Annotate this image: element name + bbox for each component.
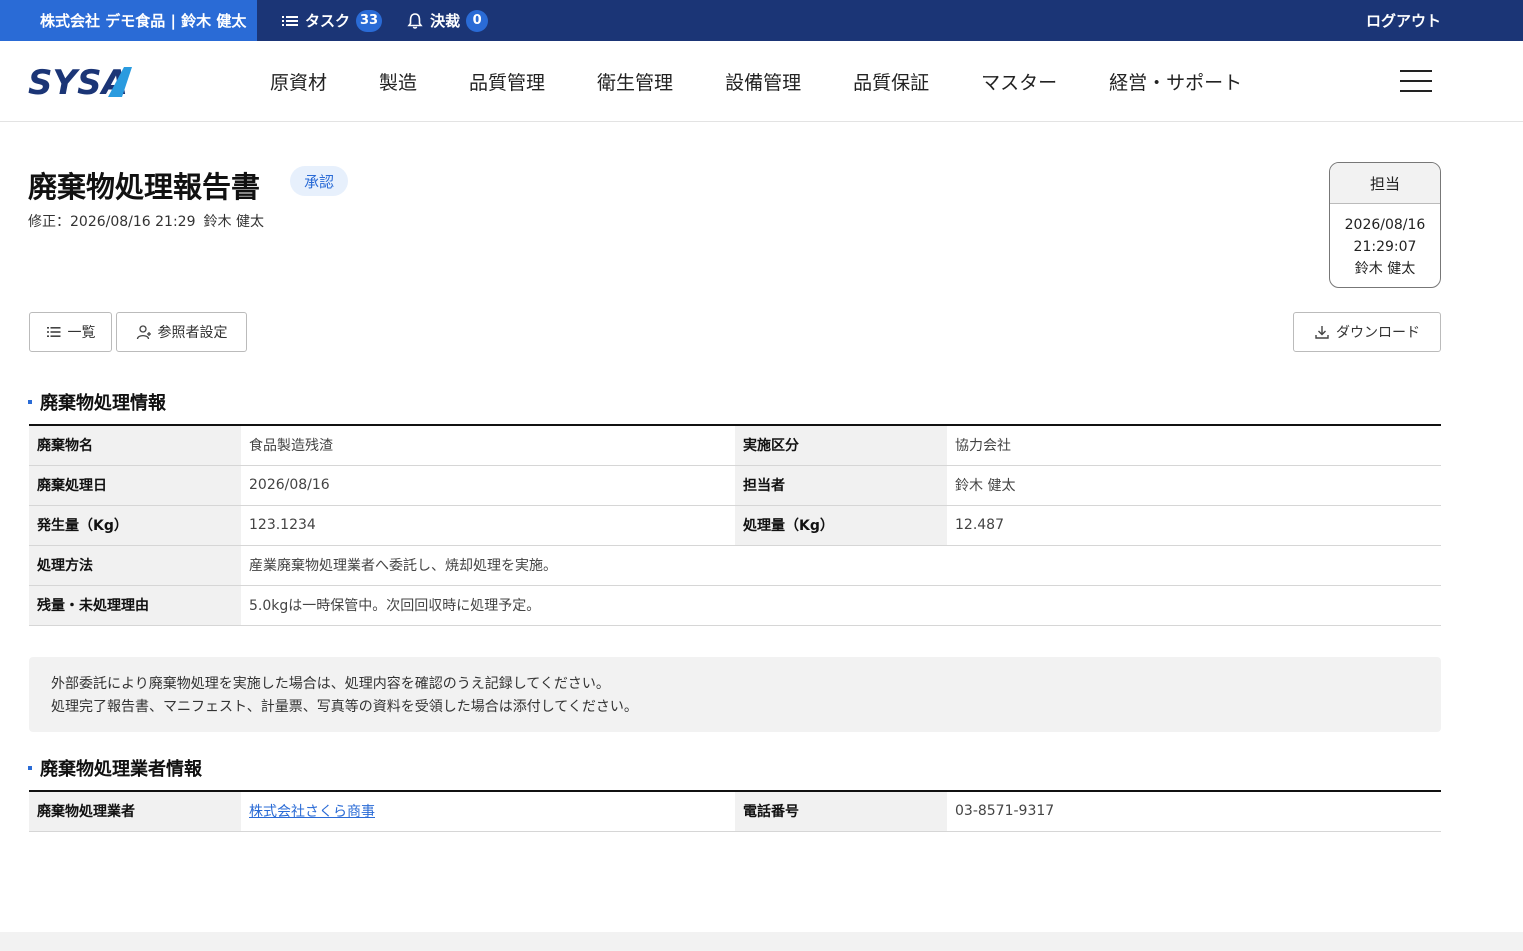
nav-item-manufacturing[interactable]: 製造 xyxy=(379,68,417,95)
approvals-link[interactable]: 決裁 0 xyxy=(406,9,489,32)
processed-value: 12.487 xyxy=(947,505,1441,546)
viewer-settings-label: 参照者設定 xyxy=(157,325,228,341)
generated-label: 発生量（Kg） xyxy=(29,505,241,546)
date-value: 2026/08/16 xyxy=(241,465,735,506)
nav-item-management[interactable]: 経営・サポート xyxy=(1109,68,1242,95)
remainder-label: 残量・未処理理由 xyxy=(29,585,241,626)
tasks-count-badge: 33 xyxy=(356,9,383,32)
section-bullet xyxy=(28,766,32,770)
main-navbar: SYSA 原資材 製造 品質管理 衛生管理 設備管理 品質保証 マスター 経営・… xyxy=(0,41,1523,122)
logout-button[interactable]: ログアウト xyxy=(1366,0,1441,41)
download-icon xyxy=(1315,326,1329,339)
section-waste-info-title: 廃棄物処理情報 xyxy=(28,389,166,415)
phone-label: 電話番号 xyxy=(735,791,947,832)
nav-item-master[interactable]: マスター xyxy=(981,68,1057,95)
processed-label: 処理量（Kg） xyxy=(735,505,947,546)
tasks-link[interactable]: タスク 33 xyxy=(281,9,383,32)
footer-strip xyxy=(0,932,1523,951)
nav-item-quality-assurance[interactable]: 品質保証 xyxy=(853,68,929,95)
section-vendor-title: 廃棄物処理業者情報 xyxy=(28,755,202,781)
hamburger-icon[interactable] xyxy=(1400,70,1432,92)
sysa-logo[interactable]: SYSA xyxy=(28,63,146,99)
date-label: 廃棄処理日 xyxy=(29,465,241,506)
modified-datetime: 修正：2026/08/16 21:29 xyxy=(28,214,196,230)
waste-name-label: 廃棄物名 xyxy=(29,425,241,466)
section-waste-info-label: 廃棄物処理情報 xyxy=(40,393,166,414)
nav-item-materials[interactable]: 原資材 xyxy=(270,68,327,95)
page-title: 廃棄物処理報告書 xyxy=(28,170,261,204)
generated-value: 123.1234 xyxy=(241,505,735,546)
modified-by: 鈴木 健太 xyxy=(203,214,264,230)
status-badge: 承認 xyxy=(290,166,349,196)
top-bar: 株式会社 デモ食品 | 鈴木 健太 タスク 33 決裁 0 ログアウト xyxy=(0,0,1523,41)
list-button[interactable]: 一覧 xyxy=(29,312,112,352)
notice-line-1: 外部委託により廃棄物処理を実施した場合は、処理内容を確認のうえ記録してください。 xyxy=(51,676,610,692)
list-button-label: 一覧 xyxy=(67,325,96,341)
nav-item-hygiene[interactable]: 衛生管理 xyxy=(597,68,673,95)
approval-stamp: 担当 2026/08/16 21:29:07 鈴木 健太 xyxy=(1329,162,1441,288)
notice-box: 外部委託により廃棄物処理を実施した場合は、処理内容を確認のうえ記録してください。… xyxy=(29,657,1441,732)
table-row: 廃棄物処理業者 株式会社さくら商事 電話番号 03-8571-9317 xyxy=(29,791,1441,832)
vendor-info-table: 廃棄物処理業者 株式会社さくら商事 電話番号 03-8571-9317 xyxy=(29,790,1441,832)
download-label: ダウンロード xyxy=(1336,325,1420,341)
nav-item-quality-control[interactable]: 品質管理 xyxy=(469,68,545,95)
list-icon xyxy=(46,327,60,337)
method-value: 産業廃棄物処理業者へ委託し、焼却処理を実施。 xyxy=(241,545,1441,586)
viewer-settings-button[interactable]: 参照者設定 xyxy=(116,312,247,352)
waste-name-value: 食品製造残渣 xyxy=(241,425,735,466)
person-label: 担当者 xyxy=(735,465,947,506)
section-vendor-label: 廃棄物処理業者情報 xyxy=(40,759,202,780)
stamp-time: 21:29:07 xyxy=(1353,239,1417,255)
download-button[interactable]: ダウンロード xyxy=(1293,312,1441,352)
stamp-date: 2026/08/16 xyxy=(1344,217,1426,233)
table-row: 廃棄物名 食品製造残渣 実施区分 協力会社 xyxy=(29,425,1441,466)
approvals-label: 決裁 xyxy=(430,12,461,30)
stamp-header: 担当 xyxy=(1330,163,1440,204)
table-row: 残量・未処理理由 5.0kgは一時保管中。次回回収時に処理予定。 xyxy=(29,585,1441,626)
company-user-label: 株式会社 デモ食品 | 鈴木 健太 xyxy=(0,0,257,41)
stamp-name: 鈴木 健太 xyxy=(1354,261,1416,277)
section-bullet xyxy=(28,400,32,404)
nav-item-equipment[interactable]: 設備管理 xyxy=(725,68,801,95)
notice-line-2: 処理完了報告書、マニフェスト、計量票、写真等の資料を受領した場合は添付してくださ… xyxy=(51,699,638,715)
person-value: 鈴木 健太 xyxy=(947,465,1441,506)
table-row: 処理方法 産業廃棄物処理業者へ委託し、焼却処理を実施。 xyxy=(29,545,1441,586)
modified-info: 修正：2026/08/16 21:29 鈴木 健太 xyxy=(28,211,264,231)
table-row: 廃棄処理日 2026/08/16 担当者 鈴木 健太 xyxy=(29,465,1441,506)
remainder-value: 5.0kgは一時保管中。次回回収時に処理予定。 xyxy=(241,585,1441,626)
vendor-value: 株式会社さくら商事 xyxy=(241,791,735,832)
vendor-link[interactable]: 株式会社さくら商事 xyxy=(249,804,375,820)
list-icon xyxy=(282,15,298,26)
table-row: 発生量（Kg） 123.1234 処理量（Kg） 12.487 xyxy=(29,505,1441,546)
add-user-icon xyxy=(136,325,151,340)
nav-menu: 原資材 製造 品質管理 衛生管理 設備管理 品質保証 マスター 経営・サポート xyxy=(270,41,1294,122)
approvals-count-badge: 0 xyxy=(466,9,489,32)
category-label: 実施区分 xyxy=(735,425,947,466)
tasks-label: タスク xyxy=(305,12,351,30)
bell-icon xyxy=(407,12,423,29)
phone-value: 03-8571-9317 xyxy=(947,791,1441,832)
category-value: 協力会社 xyxy=(947,425,1441,466)
method-label: 処理方法 xyxy=(29,545,241,586)
vendor-label: 廃棄物処理業者 xyxy=(29,791,241,832)
waste-info-table: 廃棄物名 食品製造残渣 実施区分 協力会社 廃棄処理日 2026/08/16 担… xyxy=(29,424,1441,626)
